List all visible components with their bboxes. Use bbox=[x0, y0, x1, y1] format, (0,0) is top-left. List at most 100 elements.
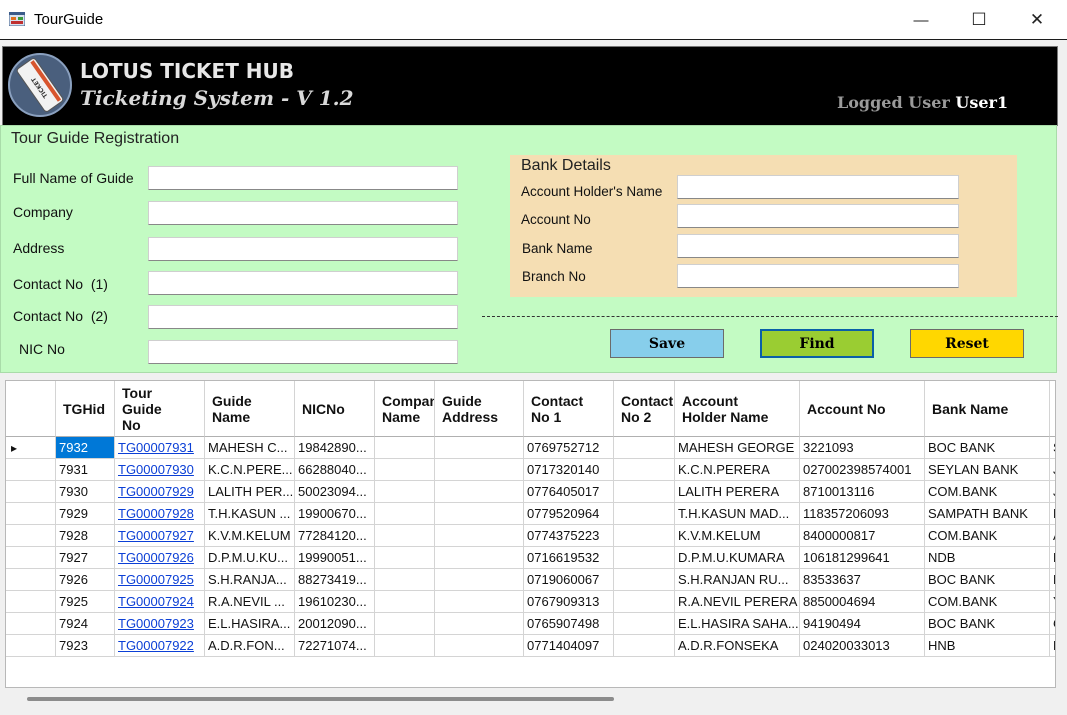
cell-branch[interactable]: N bbox=[1050, 635, 1055, 657]
row-header[interactable] bbox=[6, 459, 56, 481]
cell-contact-no-1[interactable]: 0779520964 bbox=[524, 503, 614, 525]
column-header-nic-no[interactable]: NICNo bbox=[295, 381, 375, 437]
cell-contact-no-2[interactable] bbox=[614, 591, 675, 613]
cell-account-holder-name[interactable]: R.A.NEVIL PERERA bbox=[675, 591, 800, 613]
cell-nic-no[interactable]: 72271074... bbox=[295, 635, 375, 657]
cell-bank-name[interactable]: COM.BANK bbox=[925, 481, 1050, 503]
cell-account-no[interactable]: 3221093 bbox=[800, 437, 925, 459]
cell-company-name[interactable] bbox=[375, 613, 435, 635]
cell-nic-no[interactable]: 19900670... bbox=[295, 503, 375, 525]
cell-contact-no-2[interactable] bbox=[614, 613, 675, 635]
close-button[interactable]: ✕ bbox=[1008, 0, 1066, 40]
cell-guide-name[interactable]: LALITH PER... bbox=[205, 481, 295, 503]
cell-branch[interactable]: S bbox=[1050, 437, 1055, 459]
cell-guide-name[interactable]: E.L.HASIRA... bbox=[205, 613, 295, 635]
cell-tour-guide-no[interactable]: TG00007927 bbox=[115, 525, 205, 547]
column-header-tour-guide-no[interactable]: Tour Guide No bbox=[115, 381, 205, 437]
account-no-input[interactable] bbox=[677, 204, 959, 228]
cell-bank-name[interactable]: SAMPATH BANK bbox=[925, 503, 1050, 525]
row-header[interactable] bbox=[6, 547, 56, 569]
maximize-button[interactable]: ☐ bbox=[950, 0, 1008, 40]
cell-guide-name[interactable]: A.D.R.FON... bbox=[205, 635, 295, 657]
column-header-guide-name[interactable]: Guide Name bbox=[205, 381, 295, 437]
cell-contact-no-1[interactable]: 0717320140 bbox=[524, 459, 614, 481]
nic-no-input[interactable] bbox=[148, 340, 458, 364]
cell-account-holder-name[interactable]: LALITH PERERA bbox=[675, 481, 800, 503]
cell-branch[interactable]: Y bbox=[1050, 591, 1055, 613]
cell-account-no[interactable]: 024020033013 bbox=[800, 635, 925, 657]
cell-branch[interactable]: A bbox=[1050, 525, 1055, 547]
column-header-tghid[interactable]: TGHid bbox=[56, 381, 115, 437]
cell-guide-address[interactable] bbox=[435, 591, 524, 613]
reset-button[interactable]: Reset bbox=[910, 329, 1024, 358]
cell-account-no[interactable]: 8850004694 bbox=[800, 591, 925, 613]
cell-branch[interactable]: J bbox=[1050, 481, 1055, 503]
cell-nic-no[interactable]: 19610230... bbox=[295, 591, 375, 613]
cell-branch[interactable]: C bbox=[1050, 613, 1055, 635]
cell-account-holder-name[interactable]: D.P.M.U.KUMARA bbox=[675, 547, 800, 569]
row-header[interactable] bbox=[6, 503, 56, 525]
cell-company-name[interactable] bbox=[375, 437, 435, 459]
cell-company-name[interactable] bbox=[375, 635, 435, 657]
cell-account-holder-name[interactable]: S.H.RANJAN RU... bbox=[675, 569, 800, 591]
cell-contact-no-2[interactable] bbox=[614, 525, 675, 547]
cell-contact-no-2[interactable] bbox=[614, 547, 675, 569]
cell-contact-no-1[interactable]: 0776405017 bbox=[524, 481, 614, 503]
cell-contact-no-1[interactable]: 0771404097 bbox=[524, 635, 614, 657]
cell-contact-no-1[interactable]: 0719060067 bbox=[524, 569, 614, 591]
cell-account-no[interactable]: 8400000817 bbox=[800, 525, 925, 547]
cell-contact-no-2[interactable] bbox=[614, 437, 675, 459]
cell-guide-address[interactable] bbox=[435, 503, 524, 525]
cell-branch[interactable]: H bbox=[1050, 569, 1055, 591]
column-header-contact-no-1[interactable]: Contact No 1 bbox=[524, 381, 614, 437]
cell-contact-no-1[interactable]: 0765907498 bbox=[524, 613, 614, 635]
cell-company-name[interactable] bbox=[375, 569, 435, 591]
cell-nic-no[interactable]: 50023094... bbox=[295, 481, 375, 503]
cell-account-holder-name[interactable]: MAHESH GEORGE bbox=[675, 437, 800, 459]
cell-company-name[interactable] bbox=[375, 481, 435, 503]
cell-contact-no-1[interactable]: 0767909313 bbox=[524, 591, 614, 613]
save-button[interactable]: Save bbox=[610, 329, 724, 358]
cell-tghid[interactable]: 7924 bbox=[56, 613, 115, 635]
cell-tour-guide-no[interactable]: TG00007929 bbox=[115, 481, 205, 503]
tour-guide-grid[interactable]: TGHidTour Guide NoGuide NameNICNoCompany… bbox=[5, 380, 1056, 688]
cell-company-name[interactable] bbox=[375, 525, 435, 547]
cell-guide-name[interactable]: S.H.RANJA... bbox=[205, 569, 295, 591]
cell-guide-address[interactable] bbox=[435, 459, 524, 481]
cell-tghid[interactable]: 7928 bbox=[56, 525, 115, 547]
row-header[interactable] bbox=[6, 613, 56, 635]
cell-account-no[interactable]: 94190494 bbox=[800, 613, 925, 635]
cell-guide-name[interactable]: MAHESH C... bbox=[205, 437, 295, 459]
cell-guide-address[interactable] bbox=[435, 547, 524, 569]
cell-nic-no[interactable]: 20012090... bbox=[295, 613, 375, 635]
row-header[interactable] bbox=[6, 569, 56, 591]
cell-contact-no-1[interactable]: 0716619532 bbox=[524, 547, 614, 569]
cell-guide-address[interactable] bbox=[435, 481, 524, 503]
cell-tour-guide-no[interactable]: TG00007931 bbox=[115, 437, 205, 459]
cell-tghid[interactable]: 7932 bbox=[56, 437, 115, 459]
horizontal-scrollbar[interactable] bbox=[27, 697, 614, 701]
cell-bank-name[interactable]: NDB bbox=[925, 547, 1050, 569]
cell-tour-guide-no[interactable]: TG00007925 bbox=[115, 569, 205, 591]
cell-tghid[interactable]: 7925 bbox=[56, 591, 115, 613]
cell-guide-name[interactable]: R.A.NEVIL ... bbox=[205, 591, 295, 613]
cell-branch[interactable]: J bbox=[1050, 459, 1055, 481]
cell-account-holder-name[interactable]: E.L.HASIRA SAHA... bbox=[675, 613, 800, 635]
cell-bank-name[interactable]: BOC BANK bbox=[925, 613, 1050, 635]
row-header[interactable] bbox=[6, 635, 56, 657]
branch-no-input[interactable] bbox=[677, 264, 959, 288]
cell-tghid[interactable]: 7926 bbox=[56, 569, 115, 591]
minimize-button[interactable]: — bbox=[892, 0, 950, 40]
cell-tour-guide-no[interactable]: TG00007928 bbox=[115, 503, 205, 525]
cell-account-no[interactable]: 106181299641 bbox=[800, 547, 925, 569]
row-header[interactable] bbox=[6, 525, 56, 547]
column-header-guide-address[interactable]: Guide Address bbox=[435, 381, 524, 437]
cell-nic-no[interactable]: 19990051... bbox=[295, 547, 375, 569]
cell-tour-guide-no[interactable]: TG00007922 bbox=[115, 635, 205, 657]
cell-company-name[interactable] bbox=[375, 503, 435, 525]
cell-tghid[interactable]: 7929 bbox=[56, 503, 115, 525]
find-button[interactable]: Find bbox=[760, 329, 874, 358]
cell-tour-guide-no[interactable]: TG00007926 bbox=[115, 547, 205, 569]
cell-guide-name[interactable]: D.P.M.U.KU... bbox=[205, 547, 295, 569]
cell-tour-guide-no[interactable]: TG00007923 bbox=[115, 613, 205, 635]
